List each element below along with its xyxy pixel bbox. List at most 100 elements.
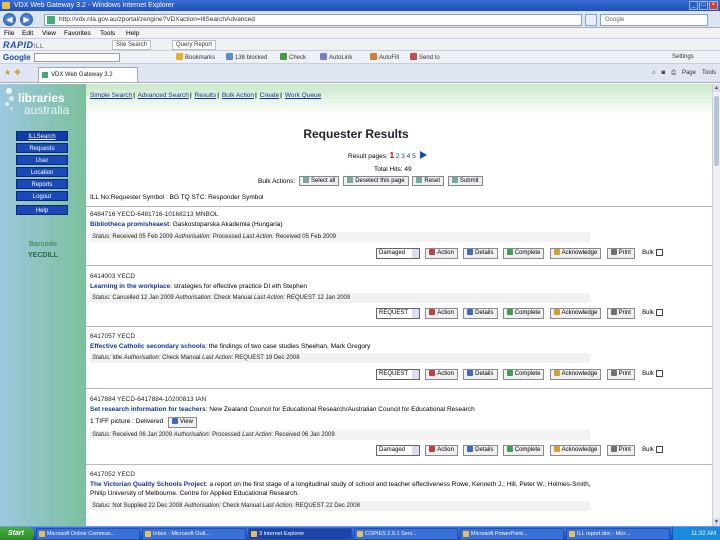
acknowledge-button[interactable]: Acknowledge [549, 445, 602, 456]
print-icon [610, 370, 617, 376]
nav-requests[interactable]: Requests [16, 143, 68, 153]
address-bar[interactable]: http://vdx.nla.gov.au/zportal/zengine?VD… [44, 14, 582, 26]
link-results[interactable]: Results [195, 92, 217, 99]
details-icon [467, 446, 474, 452]
close-icon[interactable]: × [709, 1, 718, 10]
complete-button[interactable]: Complete [502, 308, 545, 319]
menu-favorites[interactable]: Favorites [64, 28, 91, 39]
details-button[interactable]: Details [463, 445, 498, 456]
menu-help[interactable]: Help [126, 28, 139, 39]
acknowledge-button[interactable]: Acknowledge [549, 308, 602, 319]
scroll-up-icon[interactable]: ▲ [713, 84, 720, 92]
details-button[interactable]: Details [463, 369, 498, 380]
menu-view[interactable]: View [42, 28, 56, 39]
check-icon [280, 53, 287, 60]
refresh-icon[interactable] [585, 14, 597, 26]
search-input[interactable]: Google [600, 14, 708, 26]
maximize-icon[interactable]: □ [699, 1, 708, 10]
submit-button[interactable]: Submit [447, 176, 483, 186]
print-icon[interactable]: ⎙ [671, 68, 676, 78]
details-button[interactable]: Details [463, 248, 498, 259]
autofill-button[interactable]: AutoFill [370, 53, 399, 63]
favorites-star-icon[interactable]: ★✚ [4, 68, 24, 77]
deselect-page-button[interactable]: Deselect this page [343, 176, 409, 186]
action-button[interactable]: Action [425, 445, 458, 456]
view-button[interactable]: View [168, 417, 197, 428]
tools-menu[interactable]: Tools [702, 68, 716, 78]
task-item[interactable]: ILL report.doc - Micr... [566, 528, 670, 540]
complete-button[interactable]: Complete [502, 445, 545, 456]
vertical-scrollbar[interactable]: ▲ ▼ [712, 84, 720, 526]
minimize-icon[interactable]: _ [689, 1, 698, 10]
action-button[interactable]: Action [425, 308, 458, 319]
autolink-button[interactable]: AutoLink [320, 53, 352, 63]
bookmarks-button[interactable]: Bookmarks [176, 53, 215, 63]
link-advanced-search[interactable]: Advanced Search [138, 92, 189, 99]
link-bulk-action[interactable]: Bulk Action [222, 92, 254, 99]
bulk-checkbox[interactable] [655, 249, 663, 256]
action-select[interactable]: REQUEST [376, 369, 420, 380]
record-id: 6417884 YECD-6417884-10200813 IAN [90, 396, 207, 403]
task-item[interactable]: Inbox - Microsoft Outl... [142, 528, 246, 540]
feeds-icon[interactable]: ◙ [662, 68, 666, 78]
bulk-checkbox[interactable] [655, 446, 663, 453]
link-work-queue[interactable]: Work Queue [285, 92, 321, 99]
scroll-thumb[interactable] [714, 96, 719, 166]
print-button[interactable]: Print [606, 369, 635, 380]
back-icon[interactable]: ◀ [3, 13, 16, 26]
link-simple-search[interactable]: Simple Search [90, 92, 132, 99]
details-button[interactable]: Details [463, 308, 498, 319]
nav-user[interactable]: User [16, 155, 68, 165]
bulk-checkbox[interactable] [655, 309, 663, 316]
select-all-button[interactable]: Select all [299, 176, 340, 186]
reset-button[interactable]: Reset [412, 176, 445, 186]
complete-button[interactable]: Complete [502, 369, 545, 380]
menu-tools[interactable]: Tools [100, 28, 115, 39]
acknowledge-button[interactable]: Acknowledge [549, 248, 602, 259]
taskbar: Start Microsoft Online Commun... Inbox -… [0, 526, 720, 540]
site-search-button[interactable]: Site Search [112, 40, 152, 50]
popup-blocked-button[interactable]: 138 blocked [226, 53, 267, 63]
tab-vdx[interactable]: VDX Web Gateway 3.2 [38, 67, 138, 82]
check-button[interactable]: Check [280, 53, 306, 63]
task-item[interactable]: COPIES 2.0.1 Serv... [354, 528, 458, 540]
task-item[interactable]: 3 Internet Explorer [248, 528, 352, 540]
action-button[interactable]: Action [425, 248, 458, 259]
nav-logout[interactable]: Logout [16, 191, 68, 201]
task-item[interactable]: Microsoft PowerPoint... [460, 528, 564, 540]
query-report-button[interactable]: Query Report [172, 40, 217, 50]
action-select[interactable]: REQUEST [376, 308, 420, 319]
action-button[interactable]: Action [425, 369, 458, 380]
scroll-down-icon[interactable]: ▼ [713, 518, 720, 526]
settings-button[interactable]: Settings [672, 53, 694, 62]
action-icon [429, 446, 436, 452]
home-icon[interactable]: ⌂ [652, 68, 656, 78]
send-to-button[interactable]: Send to [410, 53, 440, 63]
page-links[interactable]: 2 3 4 5 [396, 153, 416, 160]
nav-illsearch[interactable]: ILLSearch [16, 131, 68, 141]
google-search-input[interactable] [34, 53, 120, 62]
menu-file[interactable]: File [4, 28, 14, 39]
view-icon [172, 418, 179, 424]
acknowledge-button[interactable]: Acknowledge [549, 369, 602, 380]
print-button[interactable]: Print [606, 248, 635, 259]
start-button[interactable]: Start [0, 527, 34, 540]
task-item[interactable]: Microsoft Online Commun... [36, 528, 140, 540]
nav-location[interactable]: Location [16, 167, 68, 177]
complete-button[interactable]: Complete [502, 248, 545, 259]
record-title: The Victorian Quality Schools Project: a… [90, 481, 591, 488]
action-select[interactable]: Damaged [376, 248, 420, 259]
complete-icon [506, 249, 513, 255]
next-page-icon[interactable] [419, 151, 427, 159]
menu-edit[interactable]: Edit [22, 28, 33, 39]
details-icon [467, 309, 474, 315]
nav-help[interactable]: Help [16, 205, 68, 215]
bulk-checkbox[interactable] [655, 370, 663, 377]
print-button[interactable]: Print [606, 445, 635, 456]
page-menu[interactable]: Page [682, 68, 696, 78]
link-create[interactable]: Create [260, 92, 280, 99]
action-select[interactable]: Damaged [376, 445, 420, 456]
nav-reports[interactable]: Reports [16, 179, 68, 189]
forward-icon[interactable]: ▶ [20, 13, 33, 26]
print-button[interactable]: Print [606, 308, 635, 319]
